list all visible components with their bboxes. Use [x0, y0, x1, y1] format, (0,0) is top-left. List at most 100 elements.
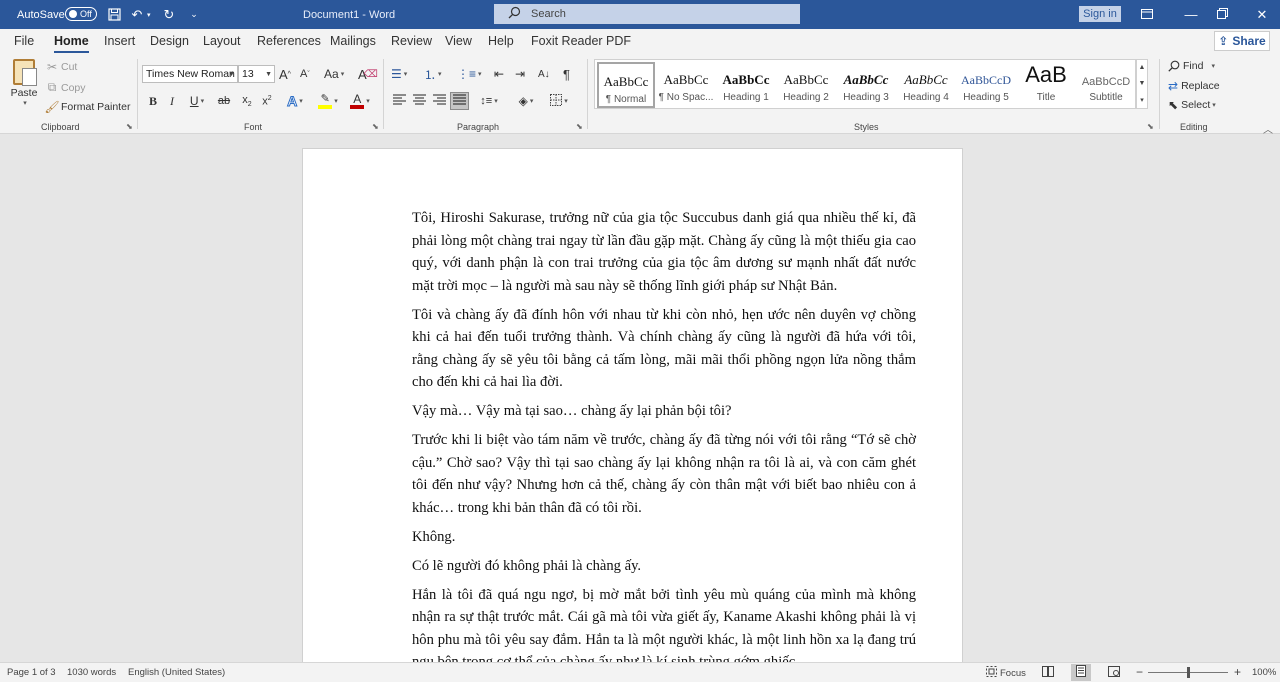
tab-layout[interactable]: Layout — [203, 34, 241, 48]
minimize-button[interactable]: — — [1176, 0, 1206, 29]
bold-button[interactable]: B — [146, 92, 160, 110]
tab-insert[interactable]: Insert — [104, 34, 135, 48]
paragraph[interactable]: Hắn là tôi đã quá ngu ngơ, bị mờ mắt bởi… — [412, 584, 916, 663]
font-size-combobox[interactable]: 13 ▼ — [238, 65, 275, 83]
copy-button[interactable]: ⧉ Copy — [45, 80, 86, 95]
clipboard-dialog-launcher-icon[interactable]: ⬊ — [126, 122, 133, 131]
text-effects-icon: A — [287, 93, 298, 110]
show-formatting-marks-button[interactable]: ¶ — [563, 65, 570, 83]
style-title[interactable]: AaB Title — [1017, 62, 1075, 108]
zoom-level[interactable]: 100% — [1252, 667, 1276, 678]
tab-help[interactable]: Help — [488, 34, 514, 48]
styles-dialog-launcher-icon[interactable]: ⬊ — [1147, 122, 1154, 131]
borders-button[interactable]: ▾ — [545, 92, 573, 110]
undo-button[interactable]: ↶ ▾ — [129, 0, 151, 29]
tab-design[interactable]: Design — [150, 34, 189, 48]
close-button[interactable]: ✕ — [1247, 0, 1277, 29]
paragraph[interactable]: Tôi, Hiroshi Sakurase, trưởng nữ của gia… — [412, 207, 916, 297]
text-highlight-button[interactable]: ✎ ▾ — [314, 92, 342, 110]
italic-button[interactable]: I — [165, 92, 179, 110]
web-layout-button[interactable] — [1108, 666, 1120, 680]
tab-home[interactable]: Home — [54, 34, 89, 53]
align-center-button[interactable] — [411, 92, 427, 110]
clear-formatting-button[interactable]: A ⌫ — [358, 65, 378, 83]
paragraph[interactable]: Tôi và chàng ấy đã đính hôn với nhau từ … — [412, 304, 916, 394]
style-subtitle[interactable]: AaBbCcD Subtitle — [1077, 62, 1135, 108]
document-page[interactable]: Tôi, Hiroshi Sakurase, trưởng nữ của gia… — [302, 148, 963, 662]
style-no-spacing[interactable]: AaBbCc ¶ No Spac... — [657, 62, 715, 108]
select-button[interactable]: ⬉ Select ▾ — [1168, 96, 1216, 114]
tab-mailings[interactable]: Mailings — [330, 34, 376, 48]
font-name-combobox[interactable]: Times New Roman ▼ — [142, 65, 238, 83]
increase-indent-button[interactable]: ⇥ — [515, 65, 525, 83]
read-mode-button[interactable] — [1042, 666, 1054, 680]
cut-button[interactable]: ✂ Cut — [45, 60, 77, 74]
more-styles-icon[interactable]: ▾ — [1140, 96, 1144, 104]
focus-button[interactable]: Focus — [986, 666, 1026, 680]
paragraph-dialog-launcher-icon[interactable]: ⬊ — [576, 122, 583, 131]
tab-view[interactable]: View — [445, 34, 472, 48]
tab-review[interactable]: Review — [391, 34, 432, 48]
print-layout-button[interactable] — [1071, 664, 1091, 681]
align-right-button[interactable] — [431, 92, 447, 110]
style-heading-4[interactable]: AaBbCc Heading 4 — [897, 62, 955, 108]
underline-button[interactable]: U ▾ — [184, 92, 210, 110]
document-body[interactable]: Tôi, Hiroshi Sakurase, trưởng nữ của gia… — [412, 207, 916, 662]
autosave-toggle[interactable]: Off — [65, 7, 97, 21]
multilevel-list-button[interactable]: ⋮≡ ▾ — [457, 65, 482, 83]
style-heading-1[interactable]: AaBbCc Heading 1 — [717, 62, 775, 108]
paste-button[interactable]: Paste ▾ — [8, 59, 40, 107]
paragraph[interactable]: Có lẽ người đó không phải là chàng ấy. — [412, 555, 916, 578]
word-count[interactable]: 1030 words — [67, 667, 116, 678]
replace-button[interactable]: ⇄ Replace — [1168, 77, 1220, 95]
shrink-font-button[interactable]: Aˇ — [300, 65, 310, 83]
share-button[interactable]: ⇪ Share — [1214, 31, 1270, 51]
zoom-slider-thumb[interactable] — [1187, 667, 1190, 678]
sign-in-button[interactable]: Sign in — [1079, 6, 1121, 22]
find-button[interactable]: Find ▾ — [1168, 57, 1215, 75]
style-heading-3[interactable]: AaBbCc Heading 3 — [837, 62, 895, 108]
restore-button[interactable] — [1207, 0, 1237, 29]
line-spacing-button[interactable]: ↕≡ ▾ — [476, 92, 502, 110]
text-effects-button[interactable]: A ▾ — [282, 92, 308, 110]
tab-file[interactable]: File — [14, 34, 34, 48]
superscript-button[interactable]: x2 — [259, 92, 275, 110]
align-center-icon — [412, 94, 426, 108]
bullets-button[interactable]: ☰ ▾ — [391, 65, 407, 83]
paragraph[interactable]: Không. — [412, 526, 916, 549]
collapse-ribbon-icon[interactable]: ︿ — [1263, 121, 1273, 136]
language-indicator[interactable]: English (United States) — [128, 667, 225, 678]
font-color-button[interactable]: A ▾ — [346, 92, 374, 110]
font-dialog-launcher-icon[interactable]: ⬊ — [372, 122, 379, 131]
page-count[interactable]: Page 1 of 3 — [7, 667, 56, 678]
paragraph[interactable]: Trước khi li biệt vào tám năm về trước, … — [412, 429, 916, 519]
redo-button[interactable]: ↻ — [161, 0, 177, 29]
numbering-button[interactable]: ⒈ ▾ — [424, 65, 442, 83]
strikethrough-button[interactable]: ab — [215, 92, 233, 110]
chevron-up-icon[interactable]: ▲ — [1139, 64, 1146, 71]
zoom-out-button[interactable]: − — [1136, 665, 1143, 679]
style-heading-2[interactable]: AaBbCc Heading 2 — [777, 62, 835, 108]
tab-foxit-reader-pdf[interactable]: Foxit Reader PDF — [531, 34, 631, 48]
change-case-button[interactable]: Aa ▾ — [324, 65, 344, 83]
decrease-indent-button[interactable]: ⇤ — [494, 65, 504, 83]
style-normal[interactable]: AaBbCc ¶ Normal — [597, 62, 655, 108]
justify-button[interactable] — [450, 92, 469, 110]
customize-toolbar-button[interactable]: ⌄ — [186, 0, 202, 29]
save-button[interactable] — [106, 0, 122, 29]
styles-gallery-scroll[interactable]: ▲ ▼ ▾ — [1136, 59, 1148, 109]
ribbon-display-options-button[interactable] — [1132, 0, 1162, 29]
shading-button[interactable]: ◈ ▾ — [513, 92, 539, 110]
align-left-button[interactable] — [391, 92, 407, 110]
undo-icon: ↶ — [131, 6, 143, 22]
paragraph[interactable]: Vậy mà… Vậy mà tại sao… chàng ấy lại phả… — [412, 400, 916, 423]
sort-button[interactable]: A↓ — [538, 65, 550, 83]
format-painter-button[interactable]: 🖌 Format Painter — [44, 100, 130, 114]
subscript-button[interactable]: x2 — [239, 92, 255, 110]
tab-references[interactable]: References — [257, 34, 321, 48]
zoom-in-button[interactable]: + — [1234, 665, 1241, 679]
grow-font-button[interactable]: A ^ — [279, 65, 291, 83]
style-heading-5[interactable]: AaBbCcD Heading 5 — [957, 62, 1015, 108]
search-input[interactable]: Search — [494, 4, 800, 24]
chevron-down-icon[interactable]: ▼ — [1139, 80, 1146, 87]
